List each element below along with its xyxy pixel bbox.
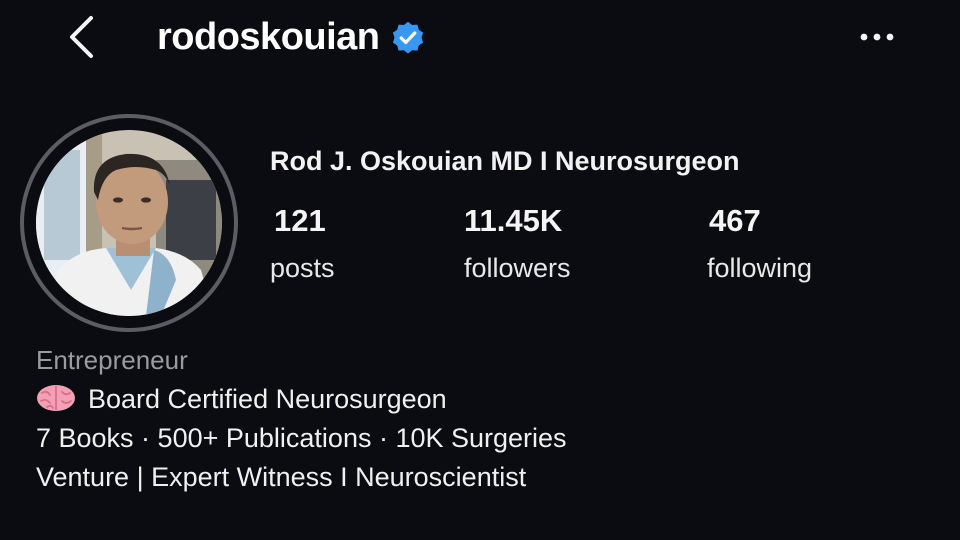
username-header: rodoskouian	[157, 14, 426, 60]
bio-line-3: Venture | Expert Witness I Neuroscientis…	[36, 462, 527, 492]
followers-label: followers	[464, 253, 571, 283]
profile-screen: rodoskouian Rod J. Oskouian MD I Neurosu…	[0, 0, 960, 540]
profile-category: Entrepreneur	[36, 345, 188, 375]
following-label: following	[707, 253, 813, 283]
followers-value: 11.45K	[464, 203, 563, 238]
full-name: Rod J. Oskouian MD I Neurosurgeon	[270, 146, 740, 176]
posts-label: posts	[270, 253, 335, 283]
profile-photo	[36, 130, 222, 316]
avatar[interactable]	[36, 130, 222, 316]
back-button[interactable]	[60, 14, 104, 60]
username: rodoskouian	[157, 15, 380, 58]
brain-emoji-icon	[37, 385, 75, 411]
following-value: 467	[709, 203, 761, 238]
posts-count[interactable]: 121 posts	[270, 202, 335, 286]
verified-badge-icon	[392, 21, 423, 54]
bio-line-1-text: Board Certified Neurosurgeon	[88, 384, 447, 414]
followers-count[interactable]: 11.45K followers	[464, 202, 571, 286]
bio-line-1: Board Certified Neurosurgeon	[36, 384, 447, 415]
bio-line-2: 7 Books · 500+ Publications · 10K Surger…	[36, 423, 567, 453]
chevron-left-icon	[70, 16, 93, 58]
posts-value: 121	[274, 203, 326, 238]
more-horizontal-icon	[860, 33, 894, 41]
more-options-button[interactable]	[856, 22, 900, 52]
following-count[interactable]: 467 following	[707, 202, 813, 286]
